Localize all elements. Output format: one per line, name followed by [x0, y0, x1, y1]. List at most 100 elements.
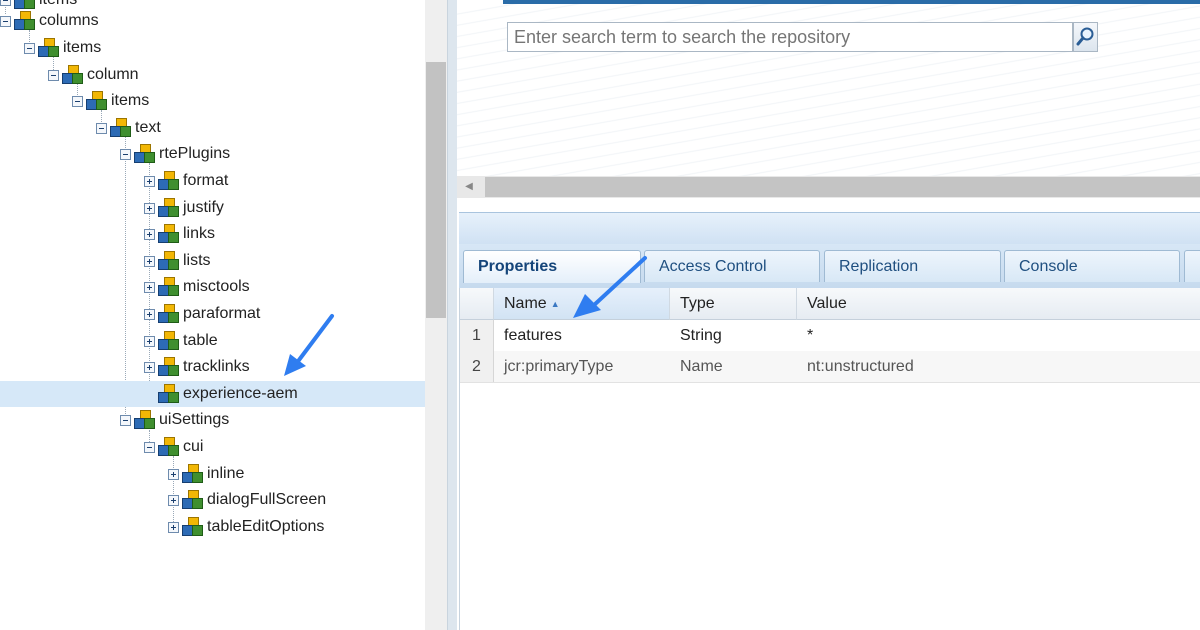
expand-icon[interactable] [144, 228, 155, 240]
scroll-left-icon[interactable]: ◀ [461, 179, 477, 195]
node-icon [157, 171, 179, 191]
properties-grid: Name ▲ Type Value 1 features String * 2 j… [459, 288, 1200, 630]
tree-node[interactable]: tracklinks [0, 354, 425, 380]
node-icon [181, 517, 203, 537]
property-value: * [807, 327, 814, 344]
node-icon [157, 304, 179, 324]
tree-node[interactable]: links [0, 221, 425, 247]
tree-node[interactable]: uiSettings [0, 407, 425, 433]
row-number: 1 [460, 320, 494, 351]
properties-panel-header [459, 212, 1200, 245]
node-icon [157, 198, 179, 218]
expand-icon[interactable] [144, 335, 155, 347]
tree-node-label: lists [183, 252, 211, 269]
tree-node[interactable]: justify [0, 195, 425, 221]
tree-node[interactable]: lists [0, 248, 425, 274]
node-icon [13, 11, 35, 31]
tab-overflow[interactable] [1184, 250, 1200, 282]
expand-icon[interactable] [168, 494, 179, 506]
tree-scrollbar-thumb[interactable] [426, 62, 446, 318]
expand-icon[interactable] [144, 281, 155, 293]
collapse-icon[interactable] [24, 42, 35, 54]
search-button[interactable] [1073, 22, 1098, 52]
tab-label: Replication [839, 258, 919, 275]
horizontal-scrollbar-thumb[interactable] [485, 177, 1200, 197]
column-header-name[interactable]: Name ▲ [494, 288, 670, 320]
table-row[interactable]: 1 features String * [460, 320, 1200, 352]
tree-node-label: tracklinks [183, 358, 250, 375]
tab-properties[interactable]: Properties [463, 250, 641, 283]
tree-node[interactable]: table [0, 328, 425, 354]
collapse-icon[interactable] [120, 148, 131, 160]
horizontal-scrollbar[interactable]: ◀ [457, 176, 1200, 198]
tree-node-label: links [183, 225, 216, 242]
collapse-icon[interactable] [0, 0, 11, 6]
tree-node[interactable]: tableEditOptions [0, 514, 425, 540]
tree-node[interactable]: cui [0, 434, 425, 460]
repository-tree: items columns items column items text rt… [0, 0, 425, 630]
tab-console[interactable]: Console [1004, 250, 1180, 282]
collapse-icon[interactable] [120, 414, 131, 426]
node-icon [61, 65, 83, 85]
node-icon [109, 118, 131, 138]
column-header-label: Name [504, 295, 547, 312]
tree-scrollbar[interactable] [425, 0, 447, 630]
collapse-icon[interactable] [0, 15, 11, 27]
tree-node[interactable]: misctools [0, 274, 425, 300]
node-icon [133, 410, 155, 430]
tree-node[interactable]: columns [0, 8, 425, 34]
collapse-icon[interactable] [72, 95, 83, 107]
expand-icon[interactable] [168, 521, 179, 533]
tree-node-label: columns [39, 12, 99, 29]
node-icon [181, 490, 203, 510]
table-row[interactable]: 2 jcr:primaryType Name nt:unstructured [460, 351, 1200, 383]
tree-node-label: paraformat [183, 305, 261, 322]
leaf-connector [144, 389, 155, 400]
sort-ascending-icon: ▲ [550, 298, 560, 309]
tree-node[interactable]: paraformat [0, 301, 425, 327]
collapse-icon[interactable] [48, 69, 59, 81]
tree-node[interactable]: text [0, 115, 425, 141]
tree-node-label: items [111, 92, 150, 109]
tab-label: Console [1019, 258, 1078, 275]
expand-icon[interactable] [168, 468, 179, 480]
tree-node-label: rtePlugins [159, 145, 231, 162]
expand-icon[interactable] [144, 308, 155, 320]
tab-replication[interactable]: Replication [824, 250, 1001, 282]
tree-node-label: cui [183, 438, 204, 455]
tab-label: Access Control [659, 258, 767, 275]
tree-node-label: experience-aem [183, 385, 298, 402]
column-header-value[interactable]: Value [797, 288, 1200, 320]
node-icon [181, 464, 203, 484]
tree-node-label: items [63, 39, 102, 56]
column-header-label: Value [807, 295, 847, 312]
node-icon [157, 331, 179, 351]
spacer [457, 198, 1200, 212]
tree-node[interactable]: column [0, 62, 425, 88]
search-area [457, 4, 1200, 176]
tab-access-control[interactable]: Access Control [644, 250, 820, 282]
tree-node[interactable]: items [0, 88, 425, 114]
node-icon [37, 38, 59, 58]
tree-node[interactable]: rtePlugins [0, 141, 425, 167]
tree-node-label: table [183, 332, 218, 349]
tree-node[interactable]: inline [0, 461, 425, 487]
tree-node[interactable]: dialogFullScreen [0, 487, 425, 513]
tree-node-label: misctools [183, 278, 250, 295]
node-icon [157, 251, 179, 271]
expand-icon[interactable] [144, 175, 155, 187]
property-name: features [504, 327, 562, 344]
expand-icon[interactable] [144, 361, 155, 373]
expand-icon[interactable] [144, 202, 155, 214]
property-value: nt:unstructured [807, 358, 914, 375]
tree-node-selected[interactable]: experience-aem [0, 381, 425, 407]
expand-icon[interactable] [144, 255, 155, 267]
tree-node[interactable]: items [0, 35, 425, 61]
collapse-icon[interactable] [144, 441, 155, 453]
tree-node[interactable]: format [0, 168, 425, 194]
search-input[interactable] [507, 22, 1073, 52]
collapse-icon[interactable] [96, 122, 107, 134]
property-type: String [680, 327, 722, 344]
column-header-type[interactable]: Type [670, 288, 797, 320]
property-name: jcr:primaryType [504, 358, 614, 375]
